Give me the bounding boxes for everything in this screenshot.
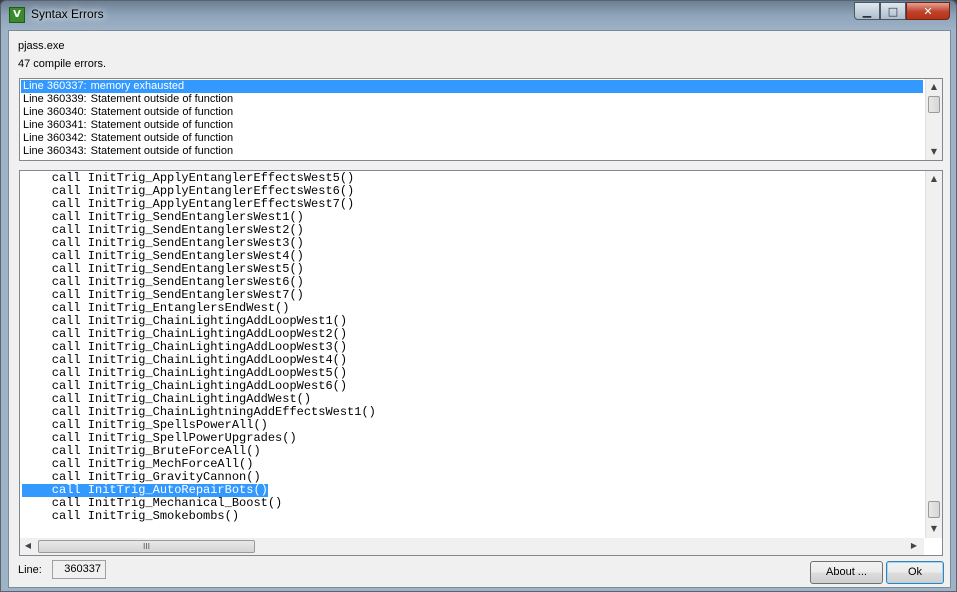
error-line-number: Line 360343: [23, 145, 87, 157]
code-line[interactable]: call InitTrig_Smokebombs() [22, 510, 239, 523]
minimize-button[interactable]: ▁ [854, 2, 880, 20]
error-list-scrollbar[interactable]: ▲ ▼ [925, 79, 942, 160]
horizontal-scroll-thumb[interactable]: III [38, 540, 255, 553]
app-icon: V [9, 7, 25, 23]
error-line-number: Line 360339: [23, 93, 87, 105]
code-vertical-scrollbar[interactable]: ▲ ▼ [925, 171, 942, 538]
source-code-view[interactable]: call InitTrig_ApplyEntanglerEffectsWest5… [19, 170, 943, 556]
ok-button[interactable]: Ok [886, 561, 944, 584]
error-message: Statement outside of function [90, 119, 234, 131]
error-list-item[interactable]: Line 360341: Statement outside of functio… [21, 119, 923, 132]
error-list-item[interactable]: Line 360342: Statement outside of functio… [21, 132, 923, 145]
error-list-item[interactable]: Line 360337: memory exhausted [21, 80, 923, 93]
error-list-item[interactable]: Line 360339: Statement outside of functio… [21, 93, 923, 106]
error-line-number: Line 360342: [23, 132, 87, 144]
title-bar[interactable]: V Syntax Errors ▁ □ ✕ [1, 1, 956, 29]
scroll-right-arrow[interactable]: ▶ [906, 538, 922, 554]
error-list[interactable]: Line 360337: memory exhausted Line 360339:… [19, 78, 943, 161]
error-message: memory exhausted [90, 80, 185, 92]
syntax-errors-window: V Syntax Errors ▁ □ ✕ pjass.exe 47 compi… [0, 0, 957, 592]
line-number-field: 360337 [52, 560, 106, 579]
dialog-client-area: pjass.exe 47 compile errors. Line 360337… [8, 30, 951, 588]
error-line-number: Line 360341: [23, 119, 87, 131]
error-line-number: Line 360337: [23, 80, 87, 92]
error-message: Statement outside of function [90, 145, 234, 157]
maximize-button[interactable]: □ [880, 2, 906, 20]
scroll-down-arrow[interactable]: ▼ [926, 144, 942, 160]
close-button[interactable]: ✕ [906, 2, 950, 20]
scroll-left-arrow[interactable]: ◀ [20, 538, 36, 554]
caption-buttons: ▁ □ ✕ [854, 2, 950, 20]
scroll-down-arrow[interactable]: ▼ [926, 521, 942, 537]
error-list-item[interactable]: Line 360343: Statement outside of functio… [21, 145, 923, 158]
program-label: pjass.exe [18, 40, 65, 52]
line-label: Line: [18, 564, 42, 576]
scroll-up-arrow[interactable]: ▲ [926, 171, 942, 187]
error-line-number: Line 360340: [23, 106, 87, 118]
scroll-thumb[interactable] [928, 501, 940, 518]
error-message: Statement outside of function [90, 132, 234, 144]
code-horizontal-scrollbar[interactable]: ◀ III ▶ [20, 538, 924, 555]
scroll-up-arrow[interactable]: ▲ [926, 79, 942, 95]
error-message: Statement outside of function [90, 106, 234, 118]
error-list-item[interactable]: Line 360340: Statement outside of functio… [21, 106, 923, 119]
scroll-thumb[interactable] [928, 96, 940, 113]
about-button[interactable]: About ... [810, 561, 883, 584]
window-title: Syntax Errors [31, 7, 104, 21]
error-count-label: 47 compile errors. [18, 58, 107, 70]
error-message: Statement outside of function [90, 93, 234, 105]
